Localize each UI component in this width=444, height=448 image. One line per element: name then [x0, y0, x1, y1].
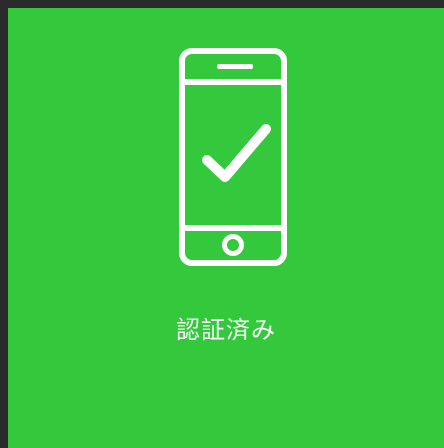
screen: 認証済み — [0, 0, 444, 448]
verification-status-card: 認証済み — [8, 8, 444, 448]
status-label: 認証済み — [176, 316, 276, 344]
smartphone-check-icon — [173, 42, 293, 272]
